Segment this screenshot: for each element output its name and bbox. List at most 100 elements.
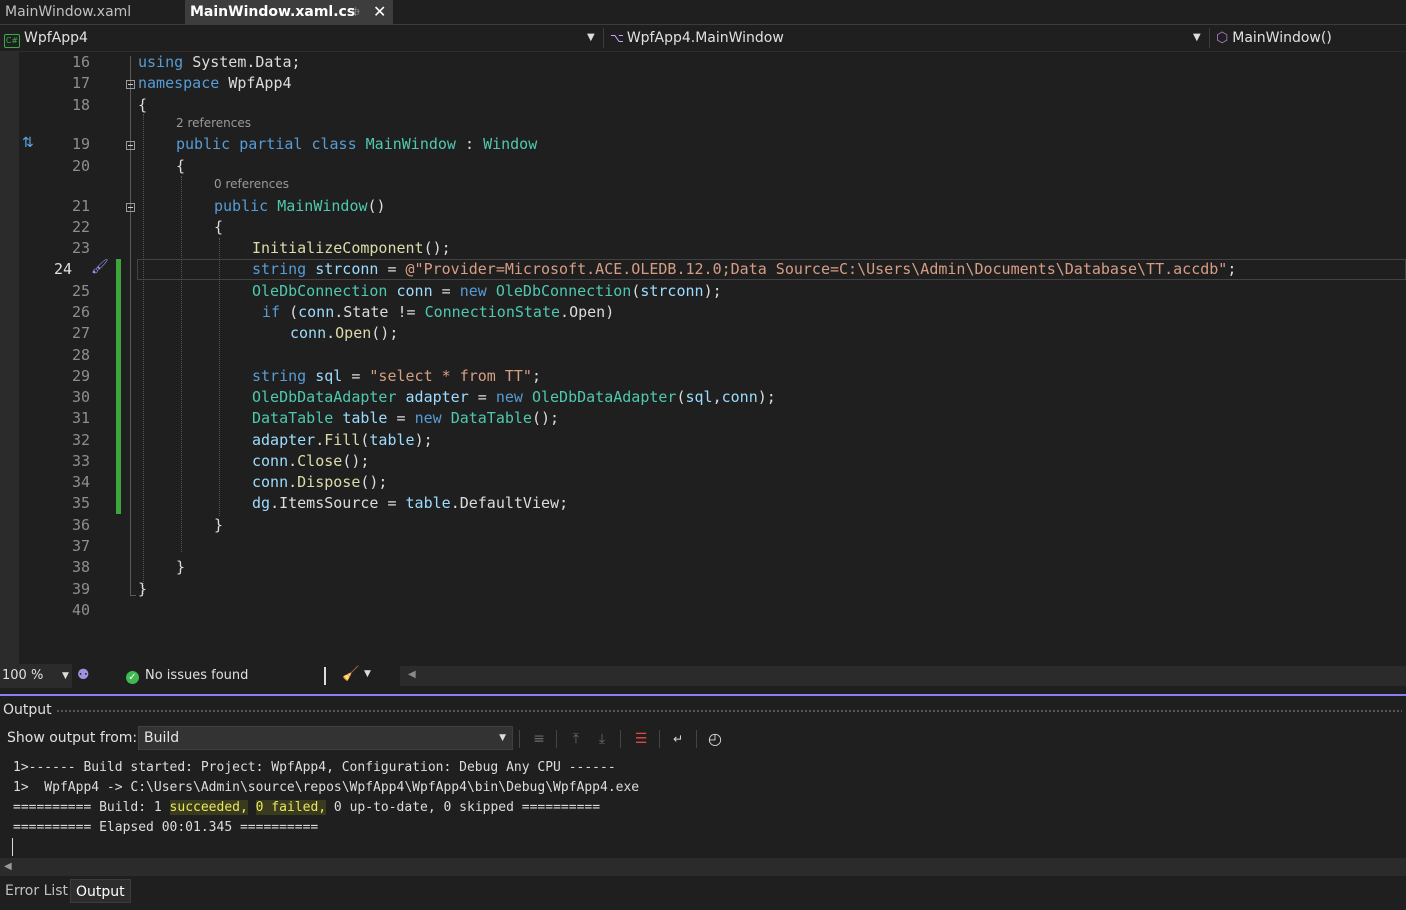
member-dropdown[interactable]: ⬡ MainWindow() — [1216, 25, 1332, 51]
output-toolbar: Show output from: Build ▼ ≡ ⤒ ⤓ ☰ ↵ ◴ — [0, 724, 1406, 754]
line-number: 23 — [71, 239, 90, 257]
tab-label: Output — [76, 884, 125, 900]
tab-error-list[interactable]: Error List — [0, 879, 73, 903]
word-wrap-icon[interactable]: ↵ — [667, 728, 689, 750]
line-number: 17 — [71, 74, 90, 92]
panel-title: Output — [3, 702, 52, 718]
tab-label: MainWindow.xaml.cs — [190, 4, 356, 20]
pin-icon[interactable]: ⯐ — [351, 0, 360, 24]
line-number: 31 — [71, 409, 90, 427]
editor-margin — [0, 52, 19, 664]
issues-indicator[interactable]: ✓ No issues found — [126, 664, 248, 688]
class-icon: ⌥ — [610, 31, 624, 45]
editor-status-bar: 100 % ▼ ⚉ ✓ No issues found 🧹 ▼ ◀ — [0, 664, 1406, 688]
copilot-icon[interactable]: ⚉ — [77, 667, 90, 683]
tab-output[interactable]: Output — [70, 879, 131, 903]
code-line-18: { — [138, 96, 148, 114]
member-name: MainWindow() — [1232, 30, 1332, 46]
document-tab-bar: MainWindow.xaml MainWindow.xaml.cs ⯐ ✕ — [0, 0, 1406, 25]
code-line-33: conn.Close(); — [252, 452, 370, 470]
tool-window-tabs: Error List Output — [0, 877, 1406, 910]
show-output-label: Show output from: — [7, 730, 138, 746]
horizontal-scrollbar[interactable]: ◀ — [400, 666, 1406, 686]
collapse-class-toggle[interactable] — [126, 141, 135, 150]
codelens-references[interactable]: 2 references — [176, 116, 251, 130]
line-number: 20 — [71, 157, 90, 175]
code-line-29: string sql = "select * from TT"; — [252, 367, 541, 385]
output-line: 1> WpfApp4 -> C:\Users\Admin\source\repo… — [13, 780, 640, 795]
chevron-down-icon: ▼ — [62, 671, 69, 681]
code-line-19: public partial class MainWindow : Window — [176, 135, 538, 153]
chevron-down-icon[interactable]: ▼ — [364, 669, 371, 679]
code-line-23: InitializeComponent(); — [252, 239, 451, 257]
code-line-26: if (conn.State != ConnectionState.Open) — [262, 303, 615, 321]
find-message-in-code-icon[interactable]: ≡ — [528, 728, 550, 750]
output-text-area[interactable]: 1>------ Build started: Project: WpfApp4… — [0, 756, 1406, 858]
change-indicator-bar — [116, 259, 121, 514]
panel-accent-border — [0, 694, 1406, 696]
code-line-36: } — [214, 516, 224, 534]
line-number: 29 — [71, 367, 90, 385]
code-line-25: OleDbConnection conn = new OleDbConnecti… — [252, 282, 722, 300]
previous-message-icon[interactable]: ⤒ — [565, 728, 587, 750]
code-line-17: namespace WpfApp4 — [138, 74, 292, 92]
project-dropdown[interactable]: C# WpfApp4 — [4, 25, 88, 51]
codelens-references[interactable]: 0 references — [214, 177, 289, 191]
line-number: 30 — [71, 388, 90, 406]
output-line: 1>------ Build started: Project: WpfApp4… — [13, 760, 616, 775]
code-cleanup-brush-icon[interactable]: 🧹 — [342, 666, 359, 682]
line-number: 37 — [71, 537, 90, 555]
panel-drag-grip[interactable] — [56, 709, 1402, 713]
outlining-line — [130, 56, 131, 596]
line-number: 25 — [71, 282, 90, 300]
line-number: 39 — [71, 580, 90, 598]
line-number: 26 — [71, 303, 90, 321]
line-number: 36 — [71, 516, 90, 534]
code-line-21: public MainWindow() — [214, 197, 386, 215]
code-line-38: } — [176, 558, 186, 576]
line-number: 35 — [71, 494, 90, 512]
clock-timestamp-icon[interactable]: ◴ — [704, 728, 726, 750]
next-message-icon[interactable]: ⤓ — [591, 728, 613, 750]
line-number: 40 — [71, 601, 90, 619]
csharp-project-icon: C# — [4, 34, 20, 48]
code-line-30: OleDbDataAdapter adapter = new OleDbData… — [252, 388, 776, 406]
line-number: 18 — [71, 96, 90, 114]
close-icon[interactable]: ✕ — [373, 0, 386, 24]
chevron-down-icon[interactable]: ▼ — [1193, 25, 1201, 51]
output-source-select[interactable]: Build ▼ — [138, 726, 513, 750]
line-number: 33 — [71, 452, 90, 470]
code-line-32: adapter.Fill(table); — [252, 431, 433, 449]
zoom-dropdown[interactable]: 100 % ▼ — [0, 664, 72, 688]
output-line-summary: ========== Build: 1 succeeded, 0 failed,… — [13, 800, 601, 815]
navigation-bar: C# WpfApp4 ▼ ⌥ WpfApp4.MainWindow ▼ ⬡ MainW… — [0, 25, 1406, 52]
code-line-24: string strconn = @"Provider=Microsoft.AC… — [252, 260, 1237, 278]
code-line-39: } — [138, 580, 148, 598]
clear-all-icon[interactable]: ☰ — [630, 728, 652, 750]
method-cube-icon: ⬡ — [1216, 30, 1229, 46]
collapse-method-toggle[interactable] — [126, 203, 135, 212]
tab-mainwindow-xaml-cs[interactable]: MainWindow.xaml.cs ⯐ ✕ — [185, 0, 393, 24]
zoom-level: 100 % — [2, 668, 44, 683]
line-number: 21 — [71, 197, 90, 215]
code-line-31: DataTable table = new DataTable(); — [252, 409, 560, 427]
tab-label: MainWindow.xaml — [5, 4, 132, 20]
output-horizontal-scrollbar[interactable]: ◀ — [0, 858, 1406, 876]
quick-actions-brush-icon[interactable]: 🖌 — [91, 259, 109, 275]
line-number: 27 — [71, 324, 90, 342]
override-icon[interactable]: ⇅ — [22, 135, 34, 151]
tab-label: Error List — [5, 883, 69, 899]
line-number: 28 — [71, 346, 90, 364]
scroll-left-icon[interactable]: ◀ — [408, 669, 416, 680]
type-dropdown[interactable]: ⌥ WpfApp4.MainWindow — [610, 25, 784, 51]
line-number: 22 — [71, 218, 90, 236]
line-number: 32 — [71, 431, 90, 449]
check-circle-icon: ✓ — [126, 671, 139, 684]
tab-mainwindow-xaml[interactable]: MainWindow.xaml — [0, 0, 184, 24]
chevron-down-icon[interactable]: ▼ — [587, 25, 595, 51]
scroll-left-icon[interactable]: ◀ — [4, 858, 12, 876]
line-number: 34 — [71, 473, 90, 491]
line-number: 38 — [71, 558, 90, 576]
failed-highlight: 0 failed, — [255, 800, 327, 815]
collapse-namespace-toggle[interactable] — [126, 80, 135, 89]
